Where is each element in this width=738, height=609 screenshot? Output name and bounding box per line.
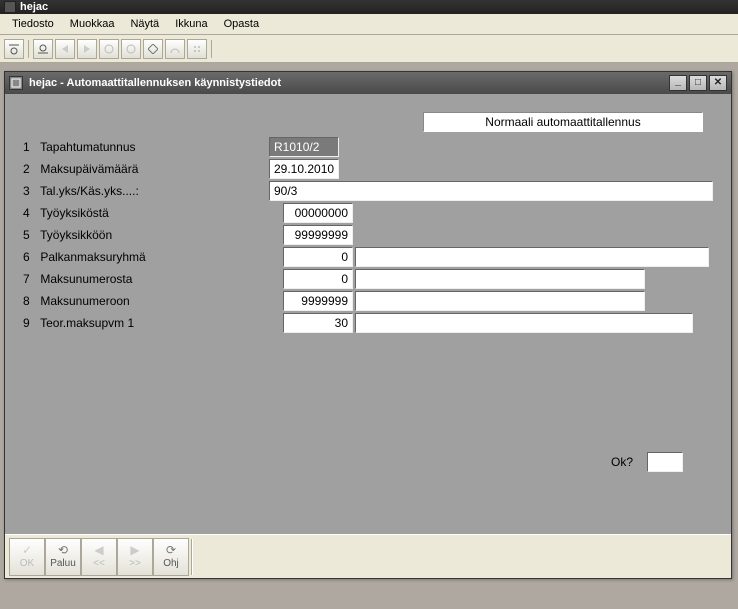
prev-button-label: << <box>93 558 105 569</box>
prev-button-icon: ◀ <box>94 544 103 556</box>
input-field-extra[interactable] <box>355 291 645 311</box>
back-button-label: Paluu <box>50 558 76 569</box>
form-row: 6 Palkanmaksuryhmä 0 <box>23 246 713 268</box>
input-field[interactable]: 99999999 <box>283 225 353 245</box>
toolbar-btn-circle1[interactable] <box>99 39 119 59</box>
toolbar-btn-prev[interactable] <box>55 39 75 59</box>
ok-row: Ok? <box>611 452 683 472</box>
next-button: ▶ >> <box>117 538 153 576</box>
ok-input[interactable] <box>647 452 683 472</box>
field-label: 8 Maksunumeroon <box>23 294 269 308</box>
field-label: 5 Työyksikköön <box>23 228 269 242</box>
ok-button-icon: ✓ <box>22 544 32 556</box>
toolbar-btn-next[interactable] <box>77 39 97 59</box>
help-button-icon: ⟳ <box>166 544 176 556</box>
form-row: 9 Teor.maksupvm 1 30 <box>23 312 713 334</box>
child-titlebar[interactable]: hejac - Automaattitallennuksen käynnisty… <box>5 72 731 94</box>
menu-help[interactable]: Opasta <box>216 16 267 32</box>
close-button[interactable]: ✕ <box>709 75 727 91</box>
toolbar-btn-circle2[interactable] <box>121 39 141 59</box>
menubar: Tiedosto Muokkaa Näytä Ikkuna Opasta <box>0 14 738 35</box>
field-label: 1 Tapahtumatunnus <box>23 140 269 154</box>
help-button-label: Ohj <box>163 558 179 569</box>
toolbar-btn-1[interactable] <box>4 39 24 59</box>
field-label: 3 Tal.yks/Käs.yks....: <box>23 184 269 198</box>
form-row: 7 Maksunumerosta 0 <box>23 268 713 290</box>
input-field-extra[interactable] <box>355 313 693 333</box>
field-label: 4 Työyksiköstä <box>23 206 269 220</box>
input-field[interactable]: 90/3 <box>269 181 713 201</box>
form-row: 2 Maksupäivämäärä29.10.2010 <box>23 158 713 180</box>
input-field-extra[interactable] <box>355 247 709 267</box>
menu-view[interactable]: Näytä <box>122 16 167 32</box>
form-row: 1 TapahtumatunnusR1010/2 <box>23 136 713 158</box>
child-title: hejac - Automaattitallennuksen käynnisty… <box>29 77 281 89</box>
help-button[interactable]: ⟳ Ohj <box>153 538 189 576</box>
input-field[interactable]: 9999999 <box>283 291 353 311</box>
back-button[interactable]: ⟲ Paluu <box>45 538 81 576</box>
toolbar-btn-grid[interactable] <box>187 39 207 59</box>
mode-banner: Normaali automaattitallennus <box>423 112 703 132</box>
input-field[interactable]: 0 <box>283 247 353 267</box>
child-body: Normaali automaattitallennus 1 Tapahtuma… <box>5 94 731 534</box>
toolbar-separator <box>28 40 29 58</box>
input-field[interactable]: 29.10.2010 <box>269 159 339 179</box>
app-icon <box>4 1 16 13</box>
toolbar-btn-arc[interactable] <box>165 39 185 59</box>
input-field[interactable]: 0 <box>283 269 353 289</box>
field-label: 2 Maksupäivämäärä <box>23 162 269 176</box>
next-button-icon: ▶ <box>130 544 139 556</box>
next-button-label: >> <box>129 558 141 569</box>
form: 1 TapahtumatunnusR1010/22 Maksupäivämäär… <box>23 136 713 334</box>
back-button-icon: ⟲ <box>58 544 68 556</box>
workspace: hejac - Automaattitallennuksen käynnisty… <box>0 63 738 609</box>
input-field[interactable]: R1010/2 <box>269 137 339 157</box>
app-titlebar: hejac <box>0 0 738 14</box>
prev-button: ◀ << <box>81 538 117 576</box>
app-title: hejac <box>20 1 48 13</box>
child-window: hejac - Automaattitallennuksen käynnisty… <box>4 71 732 579</box>
field-label: 9 Teor.maksupvm 1 <box>23 316 269 330</box>
field-label: 6 Palkanmaksuryhmä <box>23 250 269 264</box>
ok-label: Ok? <box>611 455 633 469</box>
menu-file[interactable]: Tiedosto <box>4 16 62 32</box>
toolbar-separator <box>191 539 193 575</box>
form-row: 4 Työyksiköstä 00000000 <box>23 202 713 224</box>
form-row: 3 Tal.yks/Käs.yks....:90/3 <box>23 180 713 202</box>
ok-button: ✓ OK <box>9 538 45 576</box>
window-icon <box>9 76 23 90</box>
bottom-toolbar: ✓ OK ⟲ Paluu ◀ << ▶ >> ⟳ Ohj <box>5 534 731 578</box>
form-row: 8 Maksunumeroon 9999999 <box>23 290 713 312</box>
field-label: 7 Maksunumerosta <box>23 272 269 286</box>
ok-button-label: OK <box>20 558 34 569</box>
menu-window[interactable]: Ikkuna <box>167 16 215 32</box>
toolbar-top <box>0 35 738 63</box>
maximize-button[interactable]: □ <box>689 75 707 91</box>
input-field-extra[interactable] <box>355 269 645 289</box>
toolbar-btn-diamond[interactable] <box>143 39 163 59</box>
toolbar-separator <box>211 40 212 58</box>
minimize-button[interactable]: _ <box>669 75 687 91</box>
input-field[interactable]: 00000000 <box>283 203 353 223</box>
toolbar-btn-2[interactable] <box>33 39 53 59</box>
menu-edit[interactable]: Muokkaa <box>62 16 123 32</box>
mode-text: Normaali automaattitallennus <box>485 115 640 129</box>
form-row: 5 Työyksikköön 99999999 <box>23 224 713 246</box>
input-field[interactable]: 30 <box>283 313 353 333</box>
